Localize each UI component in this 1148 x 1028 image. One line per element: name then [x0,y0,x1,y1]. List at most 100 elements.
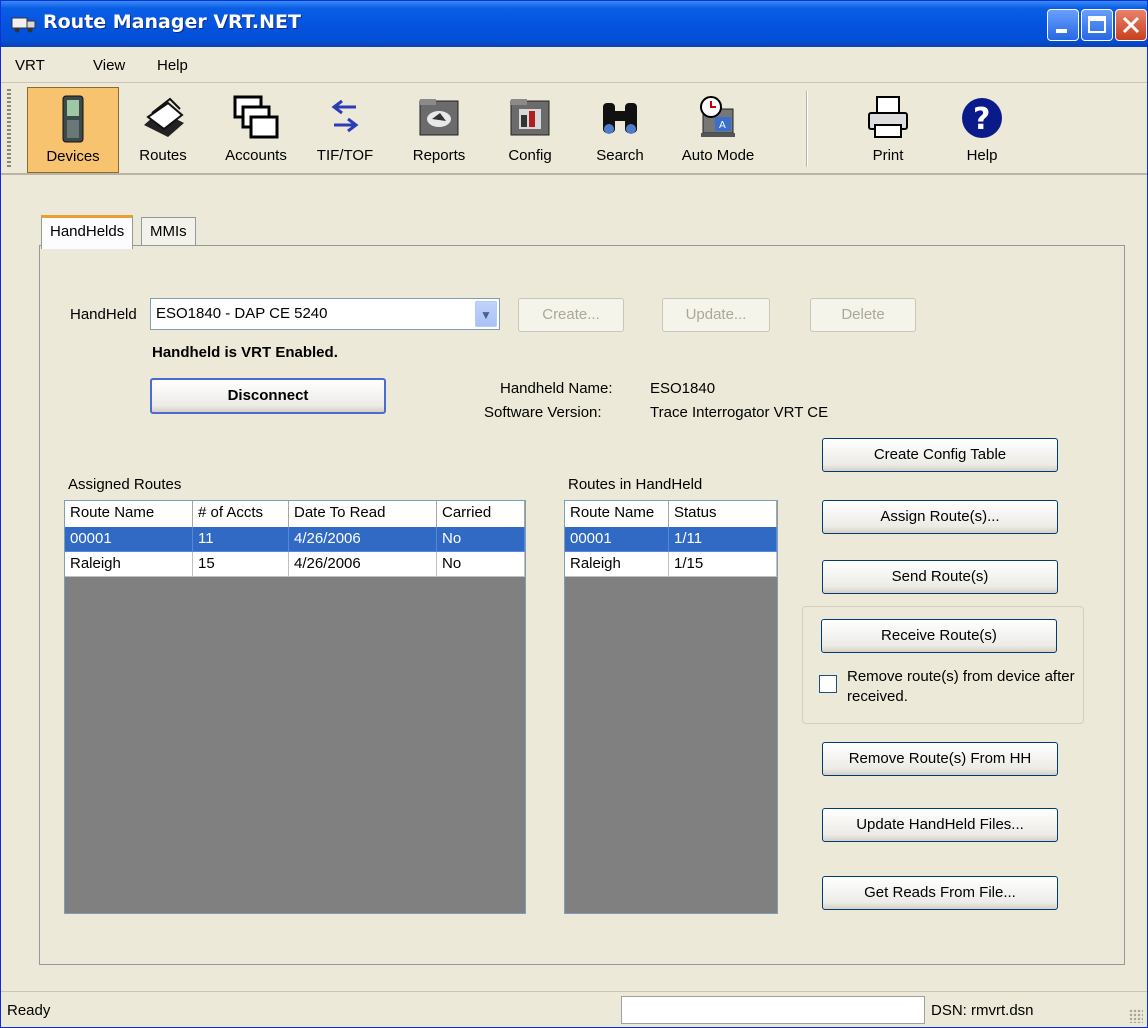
menu-help[interactable]: Help [157,57,188,74]
tab-mmis[interactable]: MMIs [141,217,196,247]
column-header[interactable]: Route Name [65,501,193,527]
handhelds-panel: HandHeld ESO1840 - DAP CE 5240 ▼ Create.… [39,245,1125,965]
table-cell: No [437,527,525,552]
column-header[interactable]: Route Name [565,501,669,527]
toolbar-label: Help [966,147,998,164]
toolbar: Devices Routes Accounts TIF/TOF Reports … [1,83,1147,175]
table-row[interactable]: Raleigh 15 4/26/2006 No [65,552,525,577]
toolbar-auto-mode-button[interactable]: A Auto Mode [673,87,763,173]
table-cell: No [437,552,525,577]
column-header[interactable]: Status [669,501,777,527]
software-version-value: Trace Interrogator VRT CE [650,404,829,421]
toolbar-config-button[interactable]: Config [495,87,565,173]
delete-button[interactable]: Delete [810,298,916,332]
vrt-enabled-status: Handheld is VRT Enabled. [152,344,338,361]
dsn-status: DSN: rmvrt.dsn [931,1002,1034,1019]
create-button[interactable]: Create... [518,298,624,332]
toolbar-reports-button[interactable]: Reports [399,87,479,173]
handheld-select-value: ESO1840 - DAP CE 5240 [156,305,328,322]
table-cell: 1/11 [669,527,777,552]
toolbar-label: Search [596,147,644,164]
assign-routes-button[interactable]: Assign Route(s)... [822,500,1058,534]
toolbar-separator [806,91,808,167]
client-area: HandHelds MMIs HandHeld ESO1840 - DAP CE… [7,179,1145,985]
remove-after-received-checkbox[interactable] [819,675,837,693]
toolbar-label: Routes [139,147,187,164]
remove-routes-from-hh-button[interactable]: Remove Route(s) From HH [822,742,1058,776]
toolbar-tiftof-button[interactable]: TIF/TOF [307,87,383,173]
table-cell: 4/26/2006 [289,552,437,577]
toolbar-label: Config [508,147,552,164]
table-cell: 4/26/2006 [289,527,437,552]
transfer-arrows-icon [331,99,359,133]
toolbar-grip[interactable] [7,89,11,169]
app-truck-icon [11,17,36,33]
resize-grip[interactable] [1129,1009,1143,1023]
remove-after-received-label: Remove route(s) from device after receiv… [847,668,1075,705]
tab-handhelds[interactable]: HandHelds [41,215,134,249]
app-window: Route Manager VRT.NET VRT View Help Devi… [0,0,1148,1028]
toolbar-label: TIF/TOF [316,147,374,164]
chevron-down-icon[interactable]: ▼ [475,301,497,327]
toolbar-accounts-button[interactable]: Accounts [211,87,301,173]
status-progress-pane [621,996,925,1024]
toolbar-search-button[interactable]: Search [585,87,655,173]
assigned-routes-title: Assigned Routes [68,476,182,493]
window-title: Route Manager VRT.NET [43,11,301,33]
table-cell: 11 [193,527,289,552]
toolbar-help-button[interactable]: ? Help [947,87,1017,173]
assigned-routes-grid[interactable]: Route Name # of Accts Date To Read Carri… [64,500,526,914]
software-version-label: Software Version: [484,404,602,421]
minimize-icon [1056,29,1067,33]
receive-routes-button[interactable]: Receive Route(s) [821,619,1057,653]
title-bar[interactable]: Route Manager VRT.NET [1,1,1147,47]
help-question-icon: ? [962,98,1002,138]
update-handheld-files-button[interactable]: Update HandHeld Files... [822,808,1058,842]
handheld-name-value: ESO1840 [650,380,716,397]
status-text: Ready [7,1002,51,1019]
maximize-button[interactable] [1081,9,1113,41]
table-cell: 00001 [65,527,193,552]
column-header[interactable]: Date To Read [289,501,437,527]
receive-group: Receive Route(s) Remove route(s) from de… [802,606,1084,724]
card-file-icon [144,97,184,137]
get-reads-from-file-button[interactable]: Get Reads From File... [822,876,1058,910]
disconnect-button[interactable]: Disconnect [150,378,386,414]
routes-in-handheld-title: Routes in HandHeld [568,476,703,493]
send-routes-button[interactable]: Send Route(s) [822,560,1058,594]
menu-vrt[interactable]: VRT [15,57,45,74]
toolbar-print-button[interactable]: Print [853,87,923,173]
stacked-windows-icon [233,95,279,139]
toolbar-label: Accounts [225,147,287,164]
handheld-device-icon [62,95,84,143]
binoculars-icon [603,103,637,134]
routes-in-handheld-grid[interactable]: Route Name Status 00001 1/11 Raleigh 1/1… [564,500,778,914]
status-bar: Ready DSN: rmvrt.dsn [1,991,1147,1027]
reports-folder-icon [419,99,459,136]
create-config-table-button[interactable]: Create Config Table [822,438,1058,472]
config-folder-icon [510,99,550,136]
printer-icon [868,96,908,138]
grid-header: Route Name # of Accts Date To Read Carri… [65,501,525,527]
table-cell: 15 [193,552,289,577]
update-button[interactable]: Update... [662,298,770,332]
table-row[interactable]: 00001 11 4/26/2006 No [65,527,525,552]
column-header[interactable]: # of Accts [193,501,289,527]
table-cell: 1/15 [669,552,777,577]
column-header[interactable]: Carried [437,501,525,527]
svg-text:A: A [719,120,726,131]
table-row[interactable]: 00001 1/11 [565,527,777,552]
handheld-label: HandHeld [70,306,137,323]
toolbar-devices-button[interactable]: Devices [27,87,119,173]
close-button[interactable] [1115,9,1147,41]
table-cell: Raleigh [65,552,193,577]
table-row[interactable]: Raleigh 1/15 [565,552,777,577]
table-cell: 00001 [565,527,669,552]
grid-header: Route Name Status [565,501,777,527]
auto-mode-clock-icon: A [700,96,735,137]
menu-view[interactable]: View [93,57,125,74]
minimize-button[interactable] [1047,9,1079,41]
handheld-select[interactable]: ESO1840 - DAP CE 5240 ▼ [150,298,500,330]
toolbar-routes-button[interactable]: Routes [125,87,201,173]
maximize-icon [1088,16,1106,33]
